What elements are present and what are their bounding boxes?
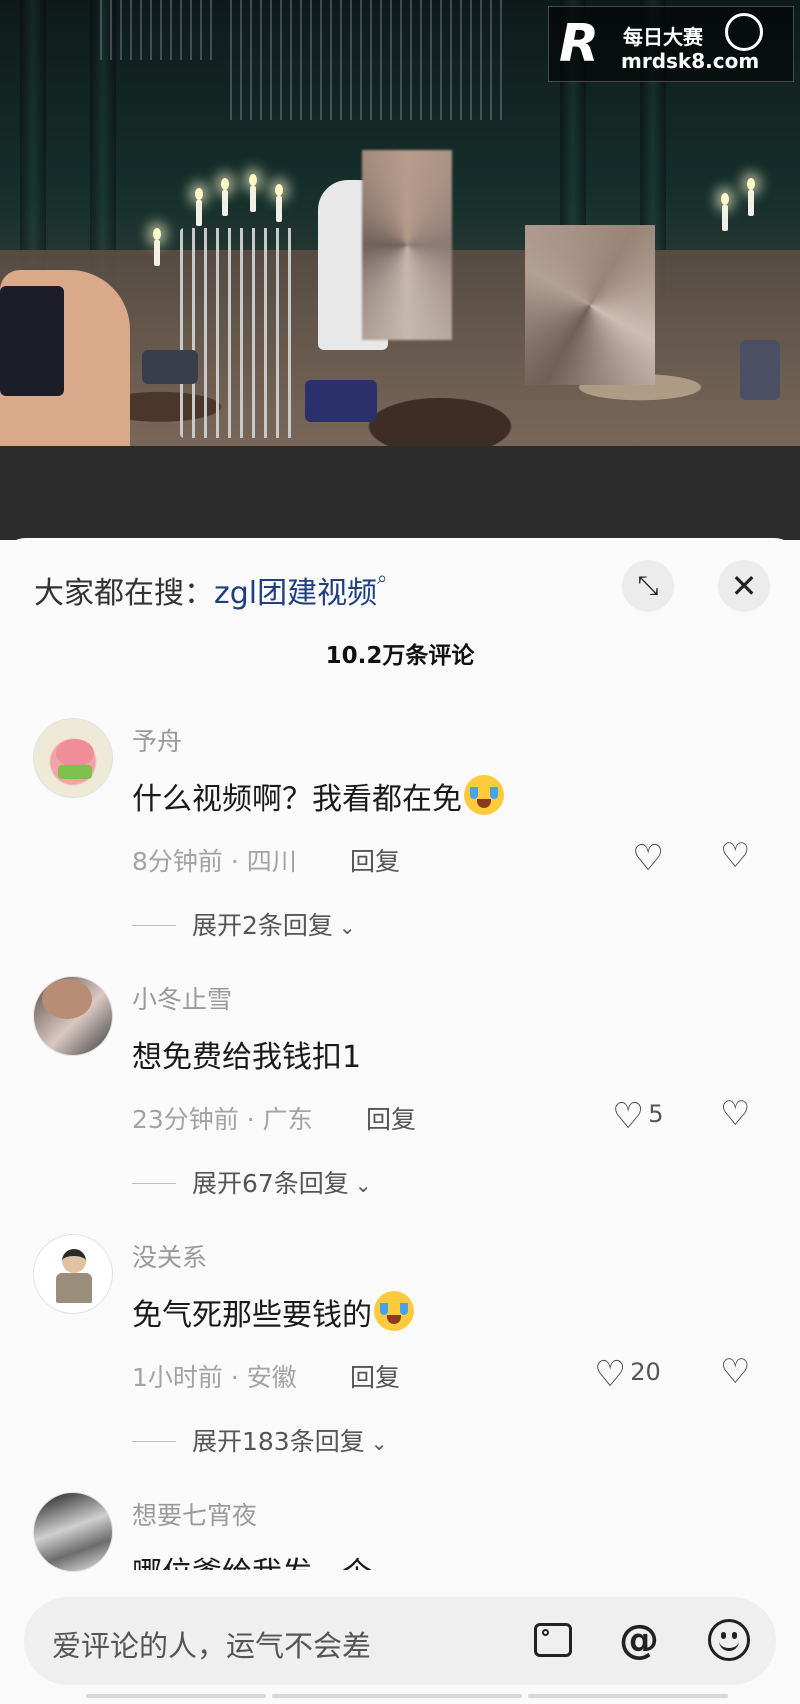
expand-replies-button[interactable]: 展开2条回复 ⌄ (132, 906, 356, 942)
watermark: R 每日大赛 mrdsk8.com (548, 6, 794, 82)
candle-flame (721, 193, 729, 205)
comment-username[interactable]: 没关系 (132, 1238, 207, 1274)
bottom-indicator (86, 1694, 266, 1698)
comment-meta: 8分钟前 · 四川 (132, 847, 297, 876)
comment-text: 哪位爹给我发一个 (132, 1548, 372, 1570)
like-count: 5 (648, 1100, 664, 1128)
expand-replies-label: 展开67条回复 (192, 1169, 349, 1198)
reply-button[interactable]: 回复 (366, 1100, 416, 1136)
trending-search[interactable]: 大家都在搜：zgl团建视频⌕ (34, 568, 387, 612)
like-count: 20 (630, 1358, 661, 1386)
expand-replies-label: 展开2条回复 (192, 911, 333, 940)
trending-search-link[interactable]: zgl团建视频 (214, 576, 377, 611)
heart-icon: ♡ (632, 838, 665, 879)
comment-text-body: 什么视频啊？我看都在免 (132, 782, 462, 817)
comment-text: 想免费给我钱扣1 (132, 1040, 362, 1075)
comment-text: 什么视频啊？我看都在免 (132, 774, 504, 818)
crystal-curtain (230, 0, 510, 120)
phone (740, 340, 780, 400)
trending-search-prefix: 大家都在搜： (34, 576, 214, 611)
dislike-button[interactable]: ♡ (720, 1094, 750, 1134)
heart-icon: ♡ (612, 1096, 645, 1137)
crystal-curtain (100, 0, 220, 60)
avatar[interactable] (33, 976, 113, 1056)
phone (0, 286, 64, 396)
close-button[interactable]: ✕ (718, 560, 770, 612)
image-icon[interactable] (530, 1617, 576, 1663)
dislike-button[interactable]: ♡ (720, 836, 750, 876)
chevron-down-icon: ⌄ (354, 1173, 372, 1197)
candle (250, 186, 256, 212)
dislike-button[interactable]: ♡ (720, 1352, 750, 1392)
comment-count: 10.2万条评论 (325, 643, 475, 669)
reply-button[interactable]: 回复 (350, 1358, 400, 1394)
crying-laughing-emoji-icon (464, 775, 504, 815)
broken-heart-icon: ♡ (720, 1352, 751, 1392)
mosaic-blur (525, 225, 655, 385)
candle (722, 205, 728, 231)
bottom-indicator (272, 1694, 522, 1698)
chandelier (180, 228, 300, 438)
candle (276, 196, 282, 222)
watermark-circle-icon (725, 13, 763, 51)
candle-flame (195, 188, 203, 200)
expand-replies-button[interactable]: 展开183条回复 ⌄ (132, 1422, 387, 1458)
avatar[interactable] (33, 718, 113, 798)
crying-laughing-emoji-icon (374, 1291, 414, 1331)
chevron-down-icon: ⌄ (338, 915, 356, 939)
comment-input-placeholder[interactable]: 爱评论的人，运气不会差 (52, 1623, 371, 1665)
comment-meta: 23分钟前 · 广东 (132, 1105, 313, 1134)
watermark-name: 每日大赛 (623, 25, 703, 49)
chevron-down-icon: ⌄ (370, 1431, 388, 1455)
like-button[interactable]: ♡ 5 (612, 1094, 664, 1137)
avatar[interactable] (33, 1492, 113, 1572)
candle-flame (153, 228, 161, 240)
emoji-icon[interactable] (706, 1617, 752, 1663)
reply-button[interactable]: 回复 (350, 842, 400, 878)
avatar[interactable] (33, 1234, 113, 1314)
candle-flame (747, 178, 755, 190)
like-button[interactable]: ♡ (632, 836, 668, 879)
comment-text-body: 免气死那些要钱的 (132, 1298, 372, 1333)
search-icon: ⌕ (377, 568, 388, 589)
bottom-indicator (528, 1694, 728, 1698)
phone (305, 380, 377, 422)
comment-username[interactable]: 想要七宵夜 (132, 1496, 257, 1532)
expand-replies-button[interactable]: 展开67条回复 ⌄ (132, 1164, 372, 1200)
candle-flame (221, 178, 229, 190)
phone (142, 350, 198, 384)
heart-icon: ♡ (594, 1354, 627, 1395)
comment-meta: 1小时前 · 安徽 (132, 1363, 297, 1392)
comment-text: 免气死那些要钱的 (132, 1290, 414, 1334)
like-button[interactable]: ♡ 20 (594, 1352, 661, 1395)
watermark-url: mrdsk8.com (621, 49, 760, 73)
candle (196, 200, 202, 226)
video-player[interactable]: R 每日大赛 mrdsk8.com (0, 0, 800, 540)
broken-heart-icon: ♡ (720, 1094, 751, 1134)
at-icon[interactable]: @ (616, 1617, 662, 1663)
comment-username[interactable]: 予舟 (132, 722, 182, 758)
expand-replies-label: 展开183条回复 (192, 1427, 365, 1456)
comment-username[interactable]: 小冬止雪 (132, 980, 232, 1016)
candle (154, 240, 160, 266)
broken-heart-icon: ♡ (720, 836, 751, 876)
candle (748, 190, 754, 216)
candle (222, 190, 228, 216)
expand-icon: ⤡ (637, 571, 659, 601)
candle-flame (249, 174, 257, 186)
mosaic-blur (362, 150, 452, 340)
watermark-logo: R (559, 14, 600, 74)
expand-button[interactable]: ⤡ (622, 560, 674, 612)
candle-flame (275, 184, 283, 196)
comments-sheet: 大家都在搜：zgl团建视频⌕ ⤡ ✕ 10.2万条评论 予舟 什么视频啊？我看都… (0, 538, 800, 1704)
close-icon: ✕ (730, 567, 758, 605)
comment-input-bar[interactable]: 爱评论的人，运气不会差 @ (24, 1597, 776, 1685)
